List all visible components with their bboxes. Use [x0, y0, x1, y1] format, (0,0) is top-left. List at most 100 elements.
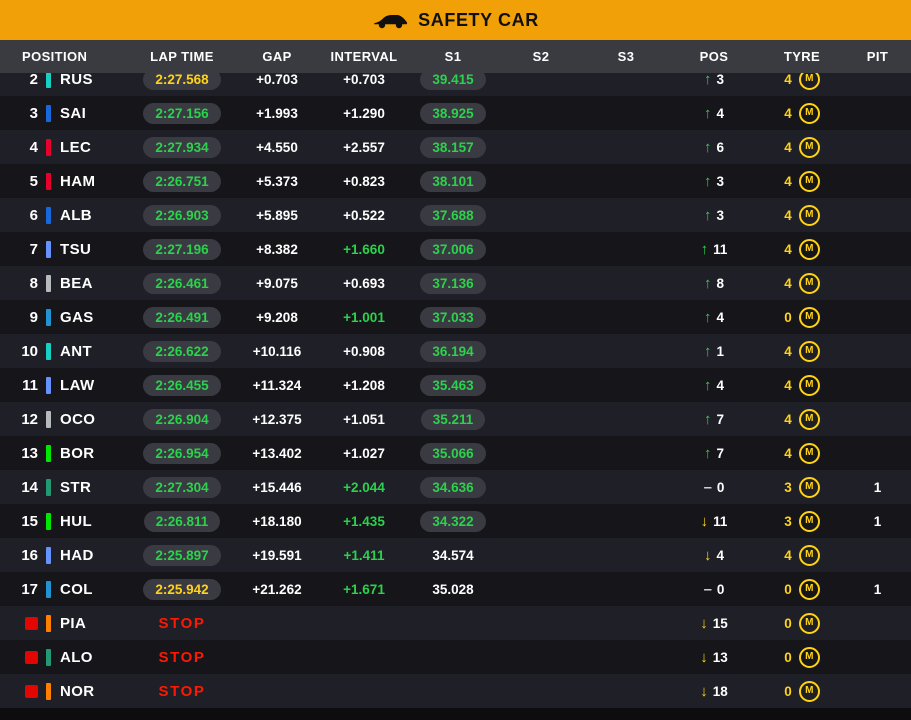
safety-car-banner: SAFETY CAR — [0, 0, 911, 40]
lap-time-value: 2:27.568 — [143, 73, 220, 90]
position-change-value: 4 — [716, 106, 724, 121]
position-change-cell: ↓18 — [668, 684, 760, 699]
lap-time-cell: 2:26.461 — [130, 273, 234, 294]
position-number: 9 — [30, 309, 38, 326]
sector1-cell: 38.925 — [408, 103, 498, 124]
sector1-cell: 39.415 — [408, 73, 498, 90]
driver-code: ALB — [60, 207, 92, 224]
timing-row-oco[interactable]: 12OCO2:26.904+12.375+1.05135.211↑74M — [0, 402, 911, 436]
interval-value: +1.435 — [343, 514, 385, 529]
timing-row-rus[interactable]: 2RUS2:27.568+0.703+0.70339.415↑34M — [0, 73, 911, 96]
timing-row-ham[interactable]: 5HAM2:26.751+5.373+0.82338.101↑34M — [0, 164, 911, 198]
lap-time-cell: 2:26.491 — [130, 307, 234, 328]
tyre-laps-count: 4 — [784, 73, 792, 87]
position-number: 8 — [30, 275, 38, 292]
timing-row-sai[interactable]: 3SAI2:27.156+1.993+1.29038.925↑44M — [0, 96, 911, 130]
gap-value: +8.382 — [256, 242, 298, 257]
timing-row-str[interactable]: 14STR2:27.304+15.446+2.04434.636–03M1 — [0, 470, 911, 504]
column-header-pit: PIT — [844, 49, 911, 64]
tyre-laps-count: 0 — [784, 310, 792, 325]
interval-value: +1.411 — [344, 548, 385, 563]
gap-value: +0.703 — [256, 73, 298, 87]
timing-row-pia[interactable]: PIASTOP↓150M — [0, 606, 911, 640]
tyre-compound-medium-icon: M — [799, 137, 820, 158]
team-color-bar — [46, 513, 51, 530]
team-color-bar — [46, 479, 51, 496]
timing-row-col[interactable]: 17COL2:25.942+21.262+1.67135.028–00M1 — [0, 572, 911, 606]
timing-row-lec[interactable]: 4LEC2:27.934+4.550+2.55738.157↑64M — [0, 130, 911, 164]
tyre-cell: 4M — [760, 73, 844, 90]
tyre-cell: 0M — [760, 579, 844, 600]
timing-row-nor[interactable]: NORSTOP↓180M — [0, 674, 911, 708]
timing-row-gas[interactable]: 9GAS2:26.491+9.208+1.00137.033↑40M — [0, 300, 911, 334]
position-down-arrow-icon: ↓ — [700, 684, 708, 699]
lap-time-value: 2:26.954 — [143, 443, 220, 464]
team-color-bar — [46, 377, 51, 394]
timing-row-ant[interactable]: 10ANT2:26.622+10.116+0.90836.194↑14M — [0, 334, 911, 368]
gap-cell: +12.375 — [234, 412, 320, 427]
tyre-laps-count: 4 — [784, 276, 792, 291]
lap-time-cell: 2:25.897 — [130, 545, 234, 566]
gap-cell: +1.993 — [234, 106, 320, 121]
driver-code: HUL — [60, 513, 92, 530]
position-cell: 12OCO — [0, 411, 130, 428]
position-change-value: 3 — [716, 73, 724, 87]
tyre-laps-count: 0 — [784, 650, 792, 665]
position-up-arrow-icon: ↑ — [704, 344, 712, 359]
timing-row-had[interactable]: 16HAD2:25.897+19.591+1.41134.574↓44M — [0, 538, 911, 572]
team-color-bar — [46, 241, 51, 258]
position-change-cell: ↑3 — [668, 73, 760, 87]
lap-time-cell: STOP — [130, 615, 234, 632]
sector1-value: 37.033 — [420, 307, 485, 328]
gap-cell: +9.208 — [234, 310, 320, 325]
gap-value: +13.402 — [252, 446, 301, 461]
position-cell: 14STR — [0, 479, 130, 496]
position-change-cell: ↑7 — [668, 412, 760, 427]
lap-time-value: 2:25.942 — [143, 579, 220, 600]
timing-row-bea[interactable]: 8BEA2:26.461+9.075+0.69337.136↑84M — [0, 266, 911, 300]
timing-row-hul[interactable]: 15HUL2:26.811+18.180+1.43534.322↓113M1 — [0, 504, 911, 538]
tyre-laps-count: 4 — [784, 412, 792, 427]
timing-row-tsu[interactable]: 7TSU2:27.196+8.382+1.66037.006↑114M — [0, 232, 911, 266]
tyre-compound-medium-icon: M — [799, 613, 820, 634]
position-number: 15 — [21, 513, 38, 530]
sector1-cell: 34.636 — [408, 477, 498, 498]
position-number: 7 — [30, 241, 38, 258]
lap-time-cell: 2:27.934 — [130, 137, 234, 158]
timing-row-alo[interactable]: ALOSTOP↓130M — [0, 640, 911, 674]
position-up-arrow-icon: ↑ — [704, 140, 712, 155]
lap-time-value: 2:27.196 — [143, 239, 220, 260]
tyre-compound-medium-icon: M — [799, 443, 820, 464]
stop-label: STOP — [159, 615, 206, 632]
retired-indicator — [25, 651, 38, 664]
position-up-arrow-icon: ↑ — [704, 276, 712, 291]
sector1-cell: 34.574 — [408, 548, 498, 563]
gap-value: +19.591 — [252, 548, 301, 563]
team-color-bar — [46, 139, 51, 156]
lap-time-value: 2:26.622 — [143, 341, 220, 362]
position-change-value: 0 — [717, 582, 725, 597]
tyre-compound-medium-icon: M — [799, 579, 820, 600]
timing-row-alb[interactable]: 6ALB2:26.903+5.895+0.52237.688↑34M — [0, 198, 911, 232]
lap-time-cell: 2:26.904 — [130, 409, 234, 430]
position-change-value: 11 — [713, 242, 727, 257]
position-change-value: 3 — [716, 174, 724, 189]
column-header-s1: S1 — [408, 49, 498, 64]
interval-cell: +1.001 — [320, 310, 408, 325]
interval-cell: +1.411 — [320, 548, 408, 563]
timing-row-law[interactable]: 11LAW2:26.455+11.324+1.20835.463↑44M — [0, 368, 911, 402]
tyre-cell: 3M — [760, 477, 844, 498]
position-cell: 7TSU — [0, 241, 130, 258]
interval-value: +1.001 — [343, 310, 385, 325]
position-cell: 5HAM — [0, 173, 130, 190]
sector1-value: 36.194 — [420, 341, 485, 362]
pit-cell: 1 — [844, 480, 911, 495]
sector1-value: 37.136 — [420, 273, 485, 294]
team-color-bar — [46, 649, 51, 666]
timing-row-bor[interactable]: 13BOR2:26.954+13.402+1.02735.066↑74M — [0, 436, 911, 470]
interval-cell: +0.522 — [320, 208, 408, 223]
driver-code: LEC — [60, 139, 91, 156]
tyre-cell: 0M — [760, 681, 844, 702]
position-change-cell: ↑3 — [668, 174, 760, 189]
retired-indicator — [25, 617, 38, 630]
